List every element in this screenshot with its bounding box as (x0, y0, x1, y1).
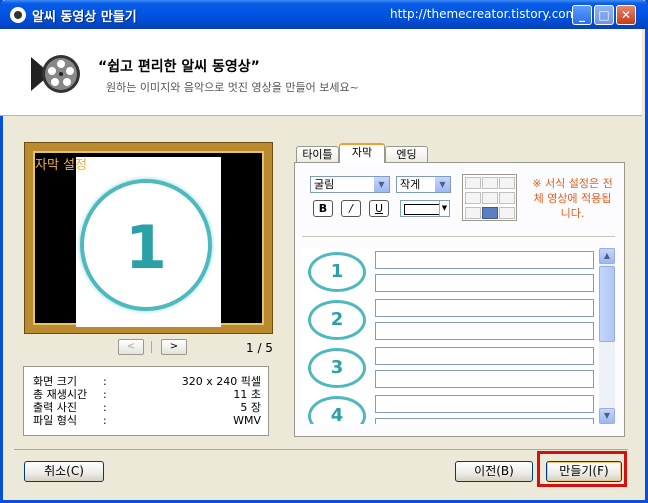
preview-caption: 자막 설정 (35, 158, 87, 173)
info-value: 11 초 (233, 388, 261, 401)
list-item: 2 (302, 298, 598, 346)
video-info-panel: 화면 크기 : 320 x 240 픽셀 총 재생시간 : 11 초 출력 사진… (23, 366, 269, 436)
maximize-icon[interactable]: □ (594, 5, 614, 25)
prev-slide-button[interactable]: < (118, 339, 144, 355)
subtitle-list-scrollbar[interactable]: ▲ ▼ (599, 248, 615, 424)
slide-number-badge: 4 (308, 396, 366, 424)
header-title: “쉽고 편리한 알씨 동영상” (98, 59, 260, 75)
preview-number: 1 (125, 213, 167, 283)
list-item: 1 (302, 250, 598, 298)
cancel-button[interactable]: 취소(C) (24, 461, 104, 482)
subtitle-line-2-input[interactable] (375, 274, 594, 292)
chevron-down-icon: ▼ (439, 201, 449, 216)
font-select[interactable]: 굴림 ▼ (310, 176, 390, 193)
align-middle-center-icon[interactable] (482, 192, 498, 204)
info-row-photo-count: 출력 사진 : 5 장 (33, 401, 261, 414)
minimize-icon[interactable]: _ (572, 5, 592, 25)
list-item: 3 (302, 346, 598, 394)
subtitle-line-2-input[interactable] (375, 322, 594, 340)
info-label: 총 재생시간 (33, 388, 88, 401)
info-row-duration: 총 재생시간 : 11 초 (33, 388, 261, 401)
text-align-grid (462, 174, 517, 221)
info-colon: : (103, 414, 107, 427)
scroll-thumb[interactable] (599, 266, 615, 342)
next-slide-button[interactable]: > (161, 339, 187, 355)
align-bottom-center-icon[interactable] (482, 207, 498, 219)
title-bar[interactable]: 알씨 동영상 만들기 http://themecreator.tistory.c… (0, 0, 648, 29)
info-row-file-format: 파일 형식 : WMV (33, 414, 261, 427)
info-label: 화면 크기 (33, 375, 77, 388)
format-note: ※ 서식 설정은 전체 영상에 적용됩니다. (532, 177, 613, 220)
tab-subtitle[interactable]: 자막 (339, 143, 385, 163)
info-row-resolution: 화면 크기 : 320 x 240 픽셀 (33, 375, 261, 388)
color-swatch (404, 204, 440, 215)
chevron-down-icon: ▼ (374, 177, 389, 192)
tab-ending[interactable]: 엔딩 (385, 146, 428, 162)
align-middle-left-icon[interactable] (465, 192, 481, 204)
info-label: 출력 사진 (33, 401, 77, 414)
preview-number-circle: 1 (80, 179, 212, 311)
film-reel-icon (31, 55, 80, 93)
bold-button[interactable]: B (313, 200, 333, 217)
align-top-left-icon[interactable] (465, 177, 481, 189)
font-select-value: 굴림 (314, 178, 335, 191)
page-indicator: 1 / 5 (246, 341, 273, 355)
chevron-down-icon: ▼ (435, 177, 450, 192)
close-icon[interactable]: ✕ (616, 5, 636, 25)
info-colon: : (103, 401, 107, 414)
subtitle-list: 1 2 3 4 (302, 248, 615, 424)
slide-number-badge: 1 (308, 252, 366, 292)
text-color-picker[interactable]: ▼ (400, 200, 450, 217)
info-value: 320 x 240 픽셀 (181, 375, 261, 388)
scroll-up-icon[interactable]: ▲ (599, 248, 615, 264)
scroll-down-icon[interactable]: ▼ (599, 408, 615, 424)
info-colon: : (103, 388, 107, 401)
align-bottom-right-icon[interactable] (499, 207, 515, 219)
nav-divider (151, 341, 152, 353)
previous-button[interactable]: 이전(B) (455, 461, 533, 482)
list-item: 4 (302, 394, 598, 424)
window-title: 알씨 동영상 만들기 (32, 10, 137, 25)
info-label: 파일 형식 (33, 414, 77, 427)
align-middle-right-icon[interactable] (499, 192, 515, 204)
title-url: http://themecreator.tistory.com (390, 7, 578, 21)
info-colon: : (103, 375, 107, 388)
tab-title[interactable]: 타이틀 (296, 146, 339, 162)
underline-button[interactable]: U (369, 200, 389, 217)
subtitle-line-1-input[interactable] (375, 395, 594, 413)
size-select-value: 작게 (400, 178, 421, 191)
subtitle-line-1-input[interactable] (375, 251, 594, 269)
preview-frame: 1 자막 설정 (25, 143, 272, 333)
footer-divider (14, 449, 628, 450)
subtitle-line-2-input[interactable] (375, 418, 594, 424)
panel-divider (302, 236, 615, 237)
film-reel-app-icon (10, 7, 26, 23)
subtitle-line-1-input[interactable] (375, 299, 594, 317)
make-button-highlight (537, 451, 627, 487)
slide-number-badge: 2 (308, 300, 366, 340)
info-value: WMV (233, 414, 261, 427)
subtitle-line-2-input[interactable] (375, 370, 594, 388)
size-select[interactable]: 작게 ▼ (396, 176, 451, 193)
header-subtitle: 원하는 이미지와 음악으로 멋진 영상을 만들어 보세요~ (106, 81, 359, 94)
slide-number-badge: 3 (308, 348, 366, 388)
align-bottom-left-icon[interactable] (465, 207, 481, 219)
italic-button[interactable]: / (341, 200, 361, 217)
align-top-center-icon[interactable] (482, 177, 498, 189)
subtitle-line-1-input[interactable] (375, 347, 594, 365)
info-value: 5 장 (240, 401, 261, 414)
preview-slide: 1 (76, 157, 221, 327)
header-banner: “쉽고 편리한 알씨 동영상” 원하는 이미지와 음악으로 멋진 영상을 만들어… (0, 29, 642, 116)
align-top-right-icon[interactable] (499, 177, 515, 189)
